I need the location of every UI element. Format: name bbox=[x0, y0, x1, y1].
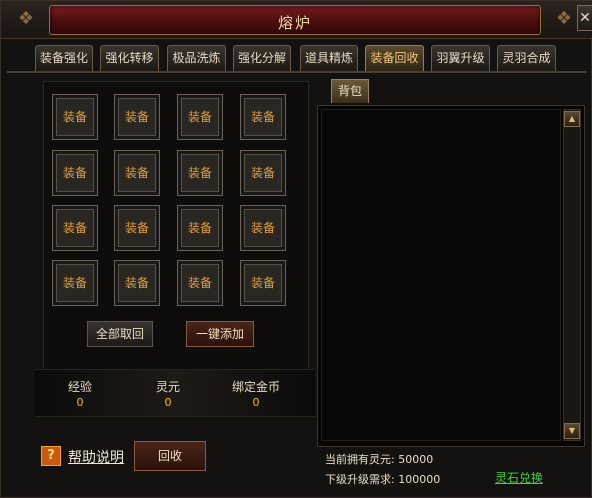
help-link[interactable]: 帮助说明 bbox=[68, 447, 124, 467]
tab-wing-upgrade[interactable]: 羽翼升级 bbox=[431, 45, 490, 71]
scroll-down-icon[interactable]: ▼ bbox=[564, 423, 580, 439]
title-bar: ❖ 熔炉 ❖ ✕ bbox=[1, 1, 592, 39]
tab-bag[interactable]: 背包 bbox=[331, 79, 369, 103]
slot-label: 装备 bbox=[250, 166, 275, 180]
slot-label: 装备 bbox=[62, 221, 87, 235]
slot-label: 装备 bbox=[250, 276, 275, 290]
slot-label: 装备 bbox=[187, 276, 212, 290]
equip-slot[interactable]: 装备 bbox=[114, 260, 160, 306]
bound-gold-value: 0 bbox=[252, 396, 260, 409]
exp-label: 经验 bbox=[67, 380, 92, 394]
slot-label: 装备 bbox=[124, 110, 149, 124]
slot-label: 装备 bbox=[62, 166, 87, 180]
tab-equip-recycle[interactable]: 装备回收 bbox=[365, 45, 424, 71]
slot-label: 装备 bbox=[250, 221, 275, 235]
tab-feather-synthesis[interactable]: 灵羽合成 bbox=[497, 45, 556, 71]
owned-spirit-value: 50000 bbox=[398, 453, 434, 466]
equip-slot[interactable]: 装备 bbox=[240, 94, 286, 140]
slot-label: 装备 bbox=[62, 276, 87, 290]
close-button[interactable]: ✕ bbox=[577, 5, 592, 31]
equip-slot[interactable]: 装备 bbox=[52, 150, 98, 196]
furnace-window: ❖ 熔炉 ❖ ✕ 装备强化 强化转移 极品洗炼 强化分解 道具精炼 装备回收 羽… bbox=[0, 0, 592, 498]
upgrade-requirement-label: 下级升级需求: bbox=[325, 473, 395, 486]
upgrade-requirement-info: 下级升级需求: 100000 bbox=[325, 471, 440, 487]
slot-label: 装备 bbox=[187, 110, 212, 124]
equip-slot[interactable]: 装备 bbox=[114, 94, 160, 140]
equip-slot[interactable]: 装备 bbox=[240, 150, 286, 196]
equip-slot[interactable]: 装备 bbox=[114, 205, 160, 251]
equip-slot[interactable]: 装备 bbox=[52, 94, 98, 140]
slot-label: 装备 bbox=[124, 276, 149, 290]
ornament-right-icon: ❖ bbox=[555, 8, 573, 29]
slot-label: 装备 bbox=[62, 110, 87, 124]
recycle-button[interactable]: 回收 bbox=[134, 441, 206, 471]
equip-slot[interactable]: 装备 bbox=[177, 150, 223, 196]
help-icon[interactable]: ? bbox=[41, 446, 61, 466]
equip-slot[interactable]: 装备 bbox=[240, 205, 286, 251]
retrieve-all-button[interactable]: 全部取回 bbox=[87, 321, 153, 347]
recycle-rewards: 经验 0 灵元 0 绑定金币 0 bbox=[35, 369, 315, 417]
ornament-left-icon: ❖ bbox=[17, 8, 35, 29]
upgrade-requirement-value: 100000 bbox=[398, 473, 441, 486]
equip-slot[interactable]: 装备 bbox=[177, 94, 223, 140]
spirit-stone-exchange-link[interactable]: 灵石兑换 bbox=[495, 469, 543, 486]
equip-slot[interactable]: 装备 bbox=[52, 205, 98, 251]
bound-gold-label: 绑定金币 bbox=[231, 380, 280, 394]
exp-value: 0 bbox=[76, 396, 84, 409]
slot-label: 装备 bbox=[187, 221, 212, 235]
title-plate: 熔炉 bbox=[49, 5, 541, 35]
scroll-up-icon[interactable]: ▲ bbox=[564, 111, 580, 127]
equip-slot[interactable]: 装备 bbox=[240, 260, 286, 306]
slot-label: 装备 bbox=[250, 110, 275, 124]
window-title: 熔炉 bbox=[277, 14, 312, 32]
slot-label: 装备 bbox=[124, 166, 149, 180]
equip-slot[interactable]: 装备 bbox=[114, 150, 160, 196]
equip-slot[interactable]: 装备 bbox=[52, 260, 98, 306]
owned-spirit-info: 当前拥有灵元: 50000 bbox=[325, 451, 433, 467]
spirit-label: 灵元 bbox=[155, 380, 180, 394]
slot-label: 装备 bbox=[124, 221, 149, 235]
tab-divider bbox=[7, 71, 587, 73]
tab-item-refine[interactable]: 道具精炼 bbox=[300, 45, 358, 71]
add-all-button[interactable]: 一键添加 bbox=[186, 321, 254, 347]
spirit-value: 0 bbox=[164, 396, 172, 409]
equip-slot[interactable]: 装备 bbox=[177, 260, 223, 306]
owned-spirit-label: 当前拥有灵元: bbox=[325, 453, 395, 466]
slot-label: 装备 bbox=[187, 166, 212, 180]
tab-equip-enhance[interactable]: 装备强化 bbox=[35, 45, 93, 71]
bag-scrollbar[interactable] bbox=[563, 109, 581, 441]
tab-enhance-decompose[interactable]: 强化分解 bbox=[233, 45, 291, 71]
tab-enhance-transfer[interactable]: 强化转移 bbox=[100, 45, 159, 71]
tab-premium-refine[interactable]: 极品洗炼 bbox=[167, 45, 226, 71]
equip-slot[interactable]: 装备 bbox=[177, 205, 223, 251]
bag-list[interactable] bbox=[321, 109, 561, 441]
